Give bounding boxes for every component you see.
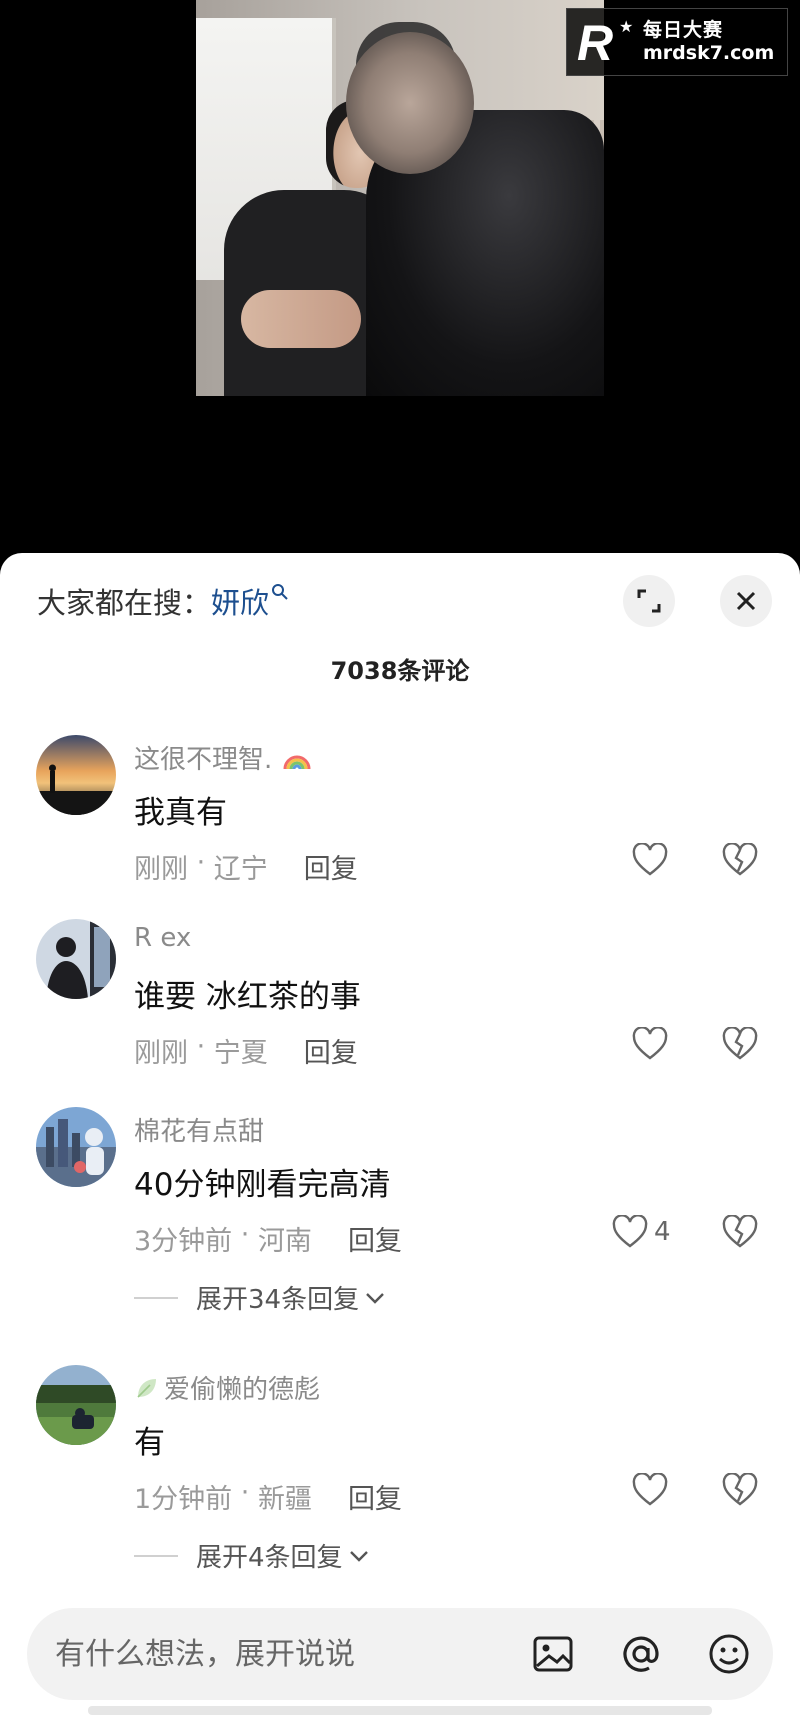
comment-meta: 刚刚 · 宁夏 回复 [134,1031,358,1070]
heart-icon [612,1215,648,1248]
watermark: R ★ 每日大赛 mrdsk7.com [566,8,788,76]
chevron-down-icon [349,1550,368,1562]
comment-meta: 刚刚 · 辽宁 回复 [134,847,358,886]
heart-icon [632,1473,668,1506]
expand-replies-button[interactable]: 展开34条回复 [134,1279,387,1316]
heart-icon [632,843,668,876]
comment-text: 我真有 [134,795,227,831]
reply-button[interactable]: 回复 [348,1219,402,1258]
trending-search-prefix: 大家都在搜： [37,586,212,620]
comment-sheet: 大家都在搜： 妍欣 7038条评论 这很不理智. 我真有 刚刚 · 辽宁 回复 … [0,553,800,1715]
expand-icon [637,589,661,613]
trending-search[interactable]: 大家都在搜： 妍欣 [37,579,289,623]
comment-time: 3分钟前 [134,1226,233,1257]
comment-location: 宁夏 [213,1038,268,1069]
comment-meta: 3分钟前 · 河南 回复 [134,1219,402,1258]
avatar[interactable] [36,1107,116,1187]
reply-button[interactable]: 回复 [348,1477,402,1516]
watermark-title: 每日大赛 [643,19,724,41]
comment-time: 刚刚 [134,854,188,885]
comment-time: 刚刚 [134,1038,188,1069]
comment-item: R ex 谁要 冰红茶的事 刚刚 · 宁夏 回复 [0,919,800,1089]
comment-location: 辽宁 [213,854,268,885]
comment-time: 1分钟前 [134,1484,233,1515]
broken-heart-icon [722,842,758,876]
close-button[interactable] [720,575,772,627]
comment-location: 新疆 [257,1484,312,1515]
comment-input[interactable] [55,1636,495,1672]
comment-text: 40分钟刚看完高清 [134,1167,391,1203]
video-frame[interactable] [196,0,604,396]
dislike-button[interactable] [722,1026,758,1065]
avatar[interactable] [36,735,116,815]
image-icon[interactable] [529,1630,577,1678]
comment-item: 爱偷懒的德彪 有 1分钟前 · 新疆 回复 展开4条回复 [0,1365,800,1595]
hands [241,290,361,348]
broken-heart-icon [722,1026,758,1060]
avatar[interactable] [36,1365,116,1445]
comment-meta: 1分钟前 · 新疆 回复 [134,1477,402,1516]
like-button[interactable] [632,1027,668,1061]
blurred-face [346,32,474,174]
svg-text:★: ★ [619,17,633,36]
comment-location: 河南 [257,1226,312,1257]
broken-heart-icon [722,1472,758,1506]
comment-item: 棉花有点甜 40分钟刚看完高清 3分钟前 · 河南 回复 4 展开34条回复 [0,1107,800,1337]
comment-username[interactable]: 这很不理智. [134,739,312,776]
expand-replies-button[interactable]: 展开4条回复 [134,1537,371,1574]
like-button[interactable] [632,1473,668,1507]
mention-icon[interactable] [617,1630,665,1678]
broken-heart-icon [722,1214,758,1248]
comment-item: 这很不理智. 我真有 刚刚 · 辽宁 回复 [0,735,800,905]
like-count: 4 [654,1217,671,1247]
trending-search-term[interactable]: 妍欣 [211,580,269,622]
comment-count-title: 7038条评论 [330,657,470,685]
comment-username[interactable]: 棉花有点甜 [134,1111,264,1148]
expand-button[interactable] [623,575,675,627]
leaf-icon [137,1378,156,1398]
emoji-icon[interactable] [705,1630,753,1678]
comment-input-bar [27,1608,773,1700]
reply-button[interactable]: 回复 [304,1031,358,1070]
watermark-logo-icon: R ★ [577,16,633,68]
divider [134,1554,178,1557]
comment-text: 谁要 冰红茶的事 [134,979,361,1015]
dislike-button[interactable] [722,1472,758,1511]
svg-text:R: R [577,16,613,68]
expand-replies-label: 展开4条回复 [196,1543,343,1573]
expand-replies-label: 展开34条回复 [196,1285,360,1315]
close-icon [736,591,756,611]
rainbow-icon [283,755,311,769]
like-button[interactable]: 4 [612,1215,671,1249]
heart-icon [632,1027,668,1060]
divider [134,1296,178,1299]
watermark-url: mrdsk7.com [643,42,775,64]
dislike-button[interactable] [722,842,758,881]
bottom-strip [88,1706,712,1715]
dislike-button[interactable] [722,1214,758,1253]
comment-username[interactable]: R ex [134,923,191,953]
reply-button[interactable]: 回复 [304,847,358,886]
chevron-down-icon [366,1292,384,1304]
like-button[interactable] [632,843,668,877]
avatar[interactable] [36,919,116,999]
comment-text: 有 [134,1425,165,1461]
comment-username[interactable]: 爱偷懒的德彪 [134,1369,320,1406]
app-root: R ★ 每日大赛 mrdsk7.com 大家都在搜： 妍欣 7038条评论 这很… [0,0,800,1715]
search-icon [272,584,288,600]
